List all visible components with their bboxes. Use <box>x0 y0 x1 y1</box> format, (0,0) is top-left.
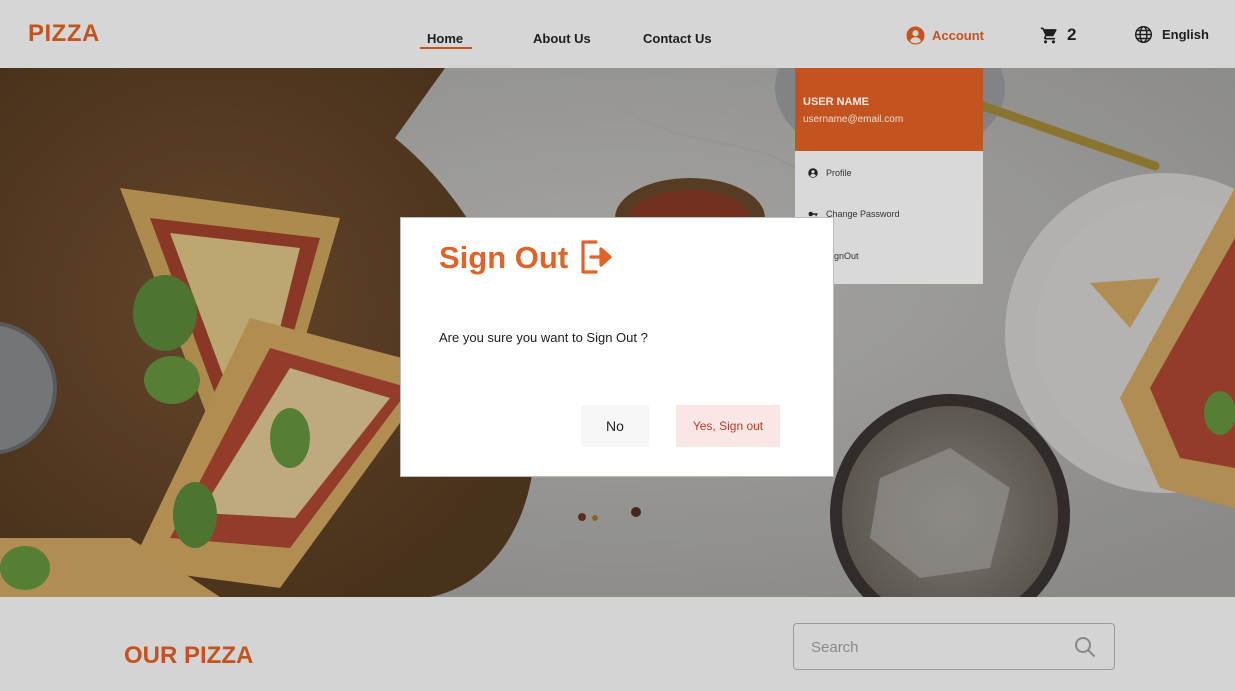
section-title: OUR PIZZA <box>124 642 254 669</box>
menu-item-label: Profile <box>826 168 852 178</box>
cart-button[interactable]: 2 <box>1040 25 1076 45</box>
sign-out-dialog: Sign Out Are you sure you want to Sign O… <box>400 217 834 477</box>
nav-active-underline <box>420 47 472 49</box>
cart-count: 2 <box>1067 25 1077 44</box>
language-selector[interactable]: English <box>1134 25 1209 44</box>
account-circle-icon <box>906 25 925 45</box>
search-input[interactable]: Search <box>793 623 1115 670</box>
site-logo[interactable]: PIZZA <box>28 20 100 48</box>
yes-sign-out-button[interactable]: Yes, Sign out <box>676 405 780 447</box>
nav-about-us[interactable]: About Us <box>533 31 591 46</box>
search-icon[interactable] <box>1074 636 1096 658</box>
sign-out-icon <box>581 240 612 274</box>
dialog-message: Are you sure you want to Sign Out ? <box>439 330 648 345</box>
pizza-list-section: OUR PIZZA Search <box>0 597 1235 691</box>
user-email: username@email.com <box>803 114 904 125</box>
globe-icon <box>1134 25 1153 44</box>
menu-item-label: Change Password <box>826 209 900 219</box>
account-menu-button[interactable]: Account <box>906 25 984 45</box>
user-circle-icon <box>808 168 818 178</box>
top-header: PIZZA Home About Us Contact Us Account 2… <box>0 0 1235 68</box>
dialog-title: Sign Out <box>439 240 569 275</box>
language-label: English <box>1162 27 1209 42</box>
no-button[interactable]: No <box>581 405 649 447</box>
menu-item-profile[interactable]: Profile <box>808 168 852 178</box>
account-label: Account <box>932 27 984 43</box>
nav-contact-us[interactable]: Contact Us <box>643 31 712 46</box>
search-placeholder: Search <box>811 639 859 656</box>
nav-home[interactable]: Home <box>427 31 463 46</box>
user-name: USER NAME <box>803 96 870 108</box>
account-dropdown-header: USER NAME username@email.com <box>795 68 983 151</box>
cart-icon <box>1040 27 1057 43</box>
